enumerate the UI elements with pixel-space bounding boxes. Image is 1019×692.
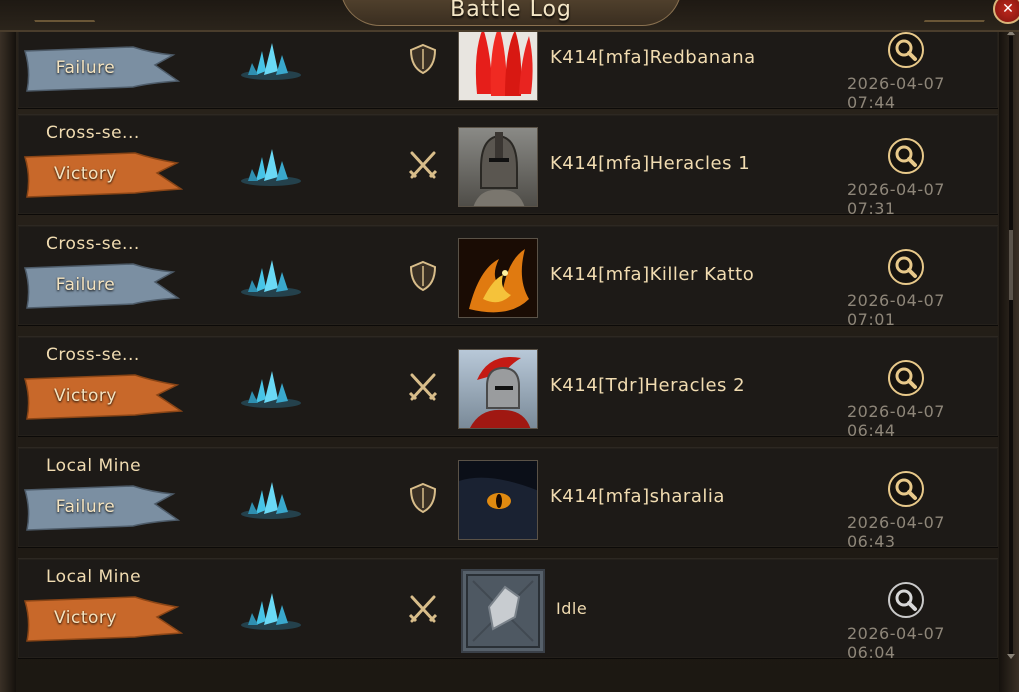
battle-log-row[interactable]: Cross-se... Victory K414[Tdr]Heracles 2 … bbox=[18, 336, 998, 440]
result-label: Victory bbox=[54, 164, 117, 184]
view-details-icon[interactable] bbox=[887, 470, 925, 512]
player-name[interactable]: K414[mfa]sharalia bbox=[550, 486, 725, 507]
result-label: Failure bbox=[55, 497, 116, 517]
battle-mode-label: Local Mine bbox=[46, 567, 142, 587]
window-header: Battle Log ✕ bbox=[0, 0, 1019, 32]
battle-log-row[interactable]: Cross-se... Failure K414[mfa]Killer Katt… bbox=[18, 225, 998, 329]
window-title: Battle Log bbox=[450, 0, 572, 22]
result-label: Failure bbox=[55, 275, 116, 295]
window-frame-left bbox=[0, 0, 16, 692]
battle-timestamp: 2026-04-07 07:01 bbox=[847, 291, 945, 329]
result-label: Victory bbox=[54, 386, 117, 406]
player-name[interactable]: K414[mfa]Killer Katto bbox=[550, 264, 754, 285]
view-details-icon[interactable] bbox=[887, 248, 925, 290]
player-name[interactable]: K414[mfa]Redbanana bbox=[550, 47, 756, 68]
result-banner: Victory bbox=[23, 151, 183, 199]
battle-timestamp: 2026-04-07 07:44 bbox=[847, 74, 945, 112]
title-plate: Battle Log bbox=[340, 0, 682, 26]
crystal-mine-icon bbox=[236, 591, 306, 635]
scroll-down-icon[interactable] bbox=[1007, 654, 1015, 659]
battle-timestamp: 2026-04-07 06:04 bbox=[847, 624, 945, 662]
player-avatar[interactable] bbox=[458, 349, 538, 429]
crossed-swords-icon bbox=[408, 149, 438, 185]
shield-icon bbox=[408, 43, 438, 79]
battle-timestamp: 2026-04-07 06:43 bbox=[847, 513, 945, 551]
result-banner: Victory bbox=[23, 595, 183, 643]
crystal-mine-icon bbox=[236, 369, 306, 413]
result-label: Victory bbox=[54, 608, 117, 628]
crystal-mine-icon bbox=[236, 258, 306, 302]
player-avatar[interactable] bbox=[458, 238, 538, 318]
result-banner: Failure bbox=[23, 484, 183, 532]
battle-timestamp: 2026-04-07 07:31 bbox=[847, 180, 945, 218]
battle-log-row[interactable]: Local Mine Failure K414[mfa]sharalia 202… bbox=[18, 447, 998, 551]
battle-mode-label: Cross-se... bbox=[46, 234, 140, 254]
player-avatar[interactable] bbox=[458, 460, 538, 540]
result-banner: Victory bbox=[23, 373, 183, 421]
battle-mode-label: Local Mine bbox=[46, 456, 142, 476]
view-details-icon[interactable] bbox=[887, 31, 925, 73]
player-name[interactable]: K414[Tdr]Heracles 2 bbox=[550, 375, 745, 396]
shield-icon bbox=[408, 482, 438, 518]
result-banner: Failure bbox=[23, 262, 183, 310]
result-banner: Failure bbox=[23, 45, 183, 93]
scrollbar-thumb[interactable] bbox=[1009, 230, 1013, 300]
view-details-icon[interactable] bbox=[887, 137, 925, 179]
crystal-mine-icon bbox=[236, 41, 306, 85]
battle-log-list[interactable]: Failure K414[mfa]Redbanana 2026-04-07 07… bbox=[16, 8, 999, 692]
crystal-mine-icon bbox=[236, 147, 306, 191]
corner-ornament-icon bbox=[923, 0, 995, 22]
player-avatar[interactable] bbox=[458, 21, 538, 101]
corner-ornament-icon bbox=[24, 0, 96, 22]
player-avatar[interactable] bbox=[461, 569, 545, 653]
player-avatar[interactable] bbox=[458, 127, 538, 207]
battle-log-row[interactable]: Local Mine Victory Idle 2026-04-07 06:04 bbox=[18, 558, 998, 662]
view-details-icon[interactable] bbox=[887, 359, 925, 401]
battle-mode-label: Cross-se... bbox=[46, 345, 140, 365]
battle-timestamp: 2026-04-07 06:44 bbox=[847, 402, 945, 440]
close-icon[interactable]: ✕ bbox=[993, 0, 1019, 24]
view-details-icon[interactable] bbox=[887, 581, 925, 623]
battle-mode-label: Cross-se... bbox=[46, 123, 140, 143]
crossed-swords-icon bbox=[408, 593, 438, 629]
crystal-mine-icon bbox=[236, 480, 306, 524]
shield-icon bbox=[408, 260, 438, 296]
player-name[interactable]: Idle bbox=[556, 599, 587, 618]
battle-log-row[interactable]: Cross-se... Victory K414[mfa]Heracles 1 … bbox=[18, 114, 998, 218]
crossed-swords-icon bbox=[408, 371, 438, 407]
player-name[interactable]: K414[mfa]Heracles 1 bbox=[550, 153, 750, 174]
scrollbar-track[interactable] bbox=[1009, 36, 1013, 656]
result-label: Failure bbox=[55, 58, 116, 78]
